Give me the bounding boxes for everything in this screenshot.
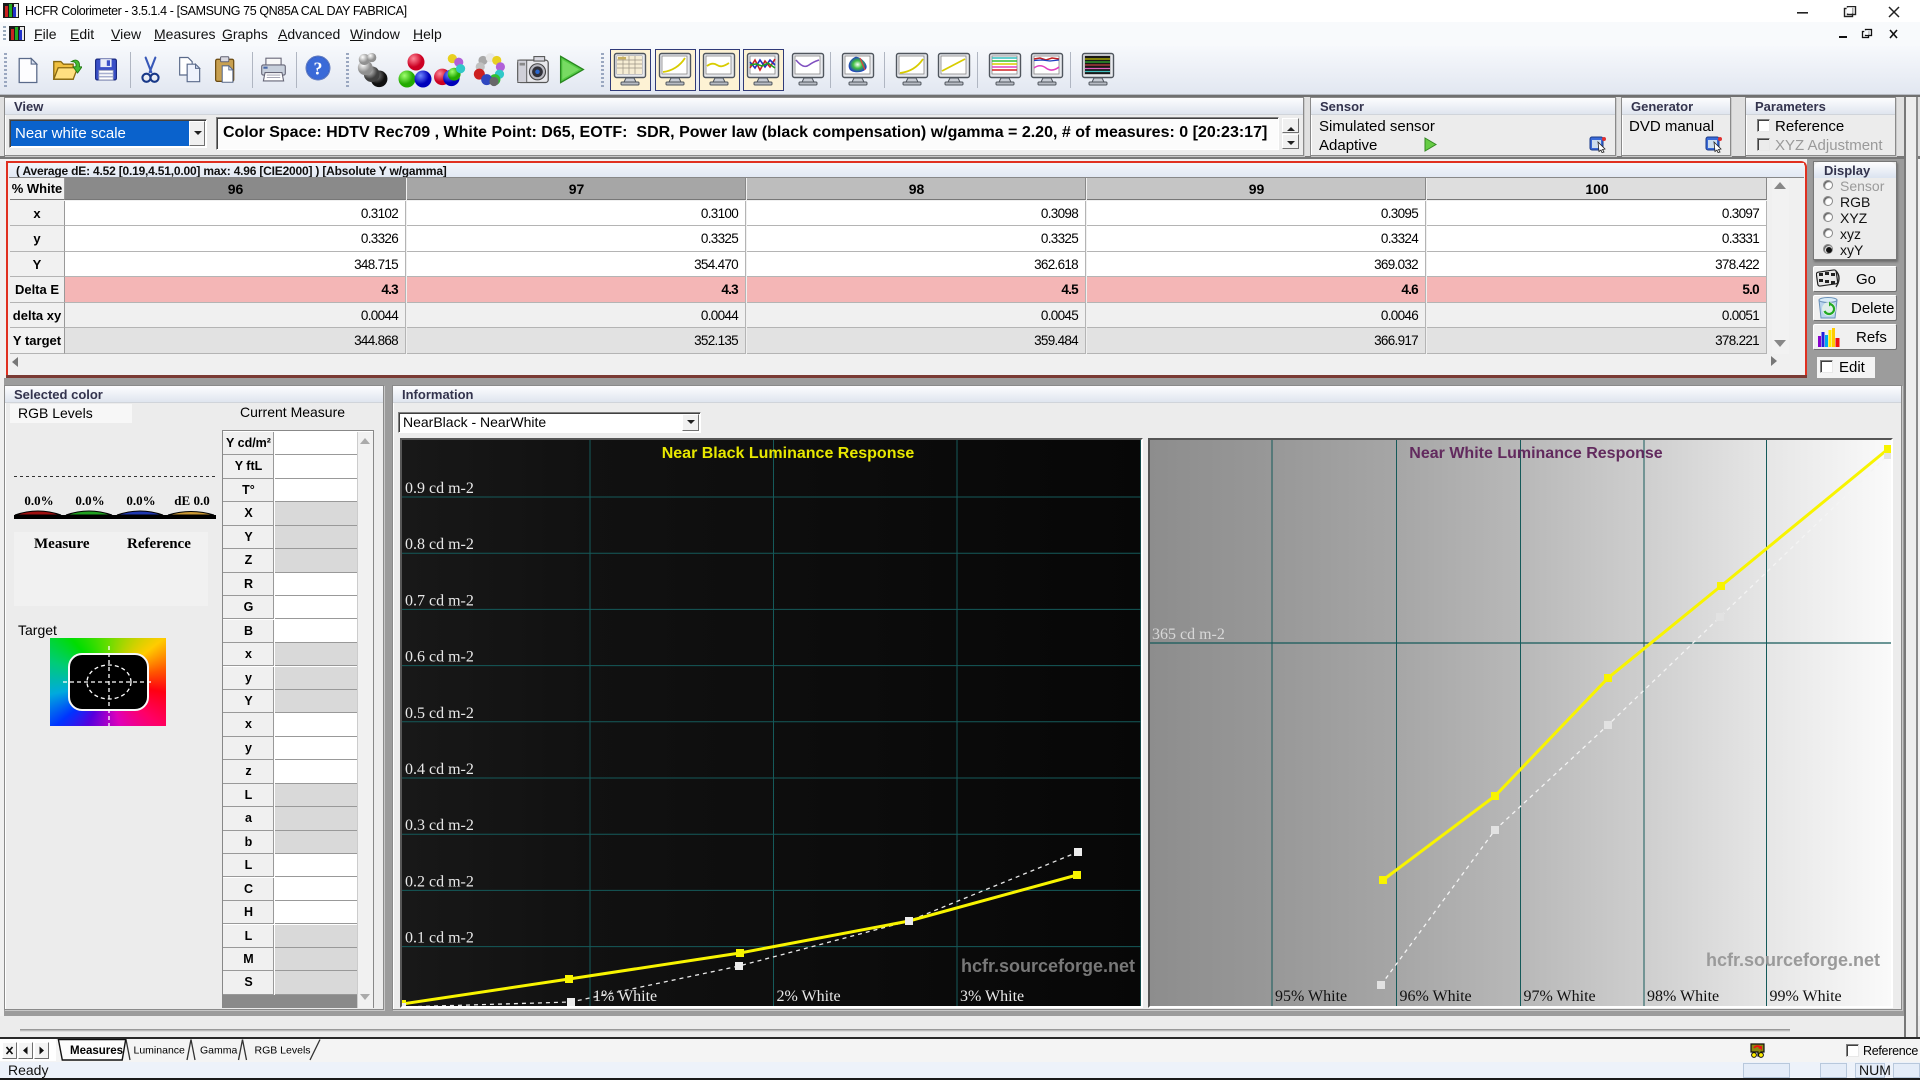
svg-text:0.6 cd m-2: 0.6 cd m-2 xyxy=(405,649,474,666)
svg-text:3% White: 3% White xyxy=(960,988,1024,1005)
svg-text:0.2 cd m-2: 0.2 cd m-2 xyxy=(405,873,474,890)
svg-text:0.3 cd m-2: 0.3 cd m-2 xyxy=(405,817,474,834)
svg-text:0.8 cd m-2: 0.8 cd m-2 xyxy=(405,536,474,553)
svg-text:0.4 cd m-2: 0.4 cd m-2 xyxy=(405,761,474,778)
svg-text:95% White: 95% White xyxy=(1275,988,1347,1005)
svg-text:RGB Levels: RGB Levels xyxy=(255,1045,311,1057)
svg-text:0.9 cd m-2: 0.9 cd m-2 xyxy=(405,480,474,497)
svg-text:97% White: 97% White xyxy=(1524,988,1596,1005)
svg-text:hcfr.sourceforge.net: hcfr.sourceforge.net xyxy=(961,956,1135,976)
svg-text:96% White: 96% White xyxy=(1400,988,1472,1005)
svg-text:?: ? xyxy=(314,59,323,79)
svg-text:98% White: 98% White xyxy=(1647,988,1719,1005)
svg-text:99% White: 99% White xyxy=(1770,988,1842,1005)
svg-text:0.5 cd m-2: 0.5 cd m-2 xyxy=(405,705,474,722)
svg-text:Near White Luminance Response: Near White Luminance Response xyxy=(1409,445,1662,462)
svg-text:Measures: Measures xyxy=(70,1045,123,1057)
svg-text:Near Black Luminance Response: Near Black Luminance Response xyxy=(662,445,915,462)
svg-text:0.1 cd m-2: 0.1 cd m-2 xyxy=(405,930,474,947)
svg-text:Gamma: Gamma xyxy=(200,1045,238,1057)
svg-text:0.7 cd m-2: 0.7 cd m-2 xyxy=(405,592,474,609)
svg-text:2% White: 2% White xyxy=(777,988,841,1005)
svg-text:hcfr.sourceforge.net: hcfr.sourceforge.net xyxy=(1706,950,1880,970)
svg-text:365 cd m-2: 365 cd m-2 xyxy=(1152,626,1225,643)
svg-text:Luminance: Luminance xyxy=(134,1045,186,1057)
